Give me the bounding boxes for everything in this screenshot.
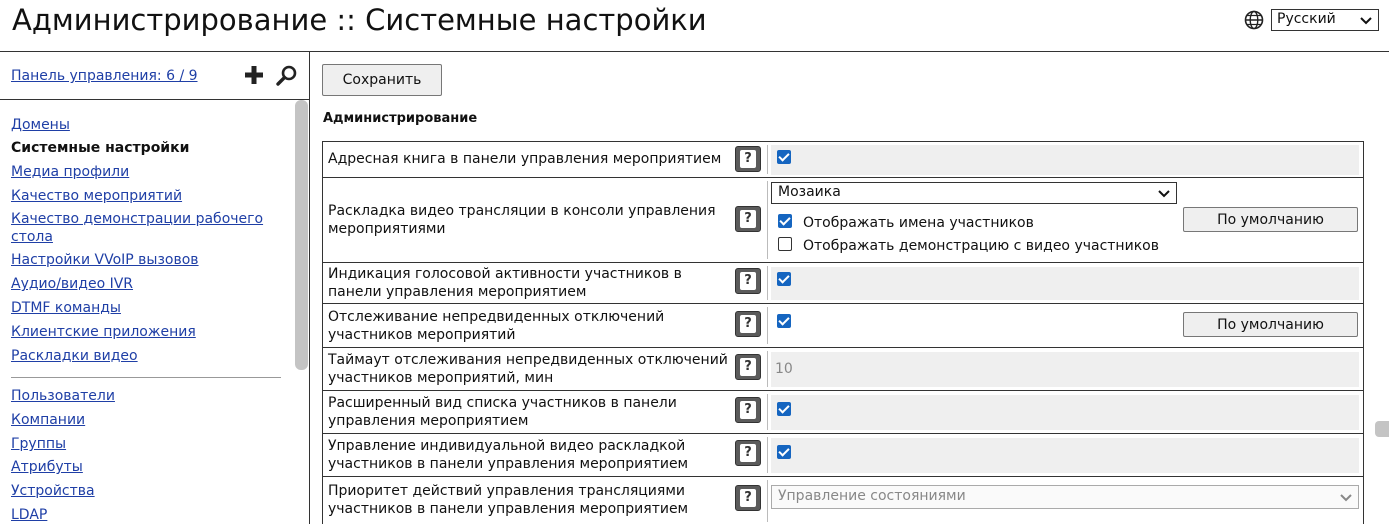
sidebar-item-system-settings[interactable]: Системные настройки [11, 139, 281, 157]
sidebar-item-users[interactable]: Пользователи [11, 387, 281, 405]
help-icon[interactable]: ? [735, 311, 761, 337]
priority-select[interactable]: Управление состояниями [771, 485, 1359, 509]
globe-icon [1244, 10, 1264, 30]
page-scrollbar[interactable] [1375, 421, 1389, 437]
chevron-down-icon [1360, 17, 1372, 25]
setting-label: Расширенный вид списка участников в пане… [328, 395, 677, 429]
chevron-down-icon [1158, 190, 1170, 198]
setting-label: Отслеживание непредвиденных отключений у… [328, 309, 665, 343]
setting-row: Адресная книга в панели управления мероп… [323, 142, 1363, 178]
plus-icon[interactable] [244, 65, 264, 85]
save-button[interactable]: Сохранить [322, 64, 442, 96]
value-box [771, 145, 1359, 175]
layout-select[interactable]: Мозаика [771, 182, 1177, 204]
setting-row: Управление индивидуальной видео раскладк… [323, 434, 1363, 477]
sidebar-separator [11, 377, 281, 378]
sidebar-item-companies[interactable]: Компании [11, 411, 281, 429]
sidebar: Панель управления: 6 / 9 Домены Системны… [0, 52, 310, 524]
sidebar-item-vvoip[interactable]: Настройки VVoIP вызовов [11, 251, 281, 269]
help-icon[interactable]: ? [735, 354, 761, 380]
sidebar-item-attributes[interactable]: Атрибуты [11, 458, 281, 476]
setting-row: Индикация голосовой активности участнико… [323, 263, 1363, 304]
setting-row: Расширенный вид списка участников в пане… [323, 391, 1363, 434]
settings-table: Адресная книга в панели управления мероп… [322, 141, 1364, 524]
magnifier-icon[interactable] [276, 64, 298, 86]
value-box [771, 267, 1359, 300]
show-names-label: Отображать имена участников [803, 215, 1034, 231]
sidebar-item-groups[interactable]: Группы [11, 435, 281, 453]
sidebar-scrollbar[interactable] [295, 100, 308, 370]
setting-label: Индикация голосовой активности участнико… [328, 266, 682, 300]
sidebar-item-event-quality[interactable]: Качество мероприятий [11, 187, 281, 205]
timeout-input[interactable]: 10 [771, 352, 1359, 387]
timeout-value: 10 [775, 361, 793, 377]
layout-select-value: Мозаика [778, 184, 841, 200]
sidebar-item-video-layouts[interactable]: Раскладки видео [11, 347, 281, 365]
dashboard-link[interactable]: Панель управления: 6 / 9 [11, 68, 198, 84]
setting-row: Отслеживание непредвиденных отключений у… [323, 304, 1363, 348]
setting-label: Раскладка видео трансляции в консоли упр… [328, 203, 716, 237]
sidebar-item-ivr[interactable]: Аудио/видео IVR [11, 275, 281, 293]
help-icon[interactable]: ? [735, 268, 761, 294]
help-icon[interactable]: ? [735, 485, 761, 511]
help-icon[interactable]: ? [735, 206, 761, 232]
show-names-checkbox[interactable] [778, 214, 792, 228]
setting-label: Приоритет действий управления трансляция… [328, 483, 689, 517]
address-book-checkbox[interactable] [777, 150, 791, 164]
sidebar-item-desktop-quality[interactable]: Качество демонстрации рабочего стола [11, 210, 281, 246]
extended-list-checkbox[interactable] [777, 402, 791, 416]
priority-select-value: Управление состояниями [778, 488, 966, 504]
show-demo-checkbox[interactable] [778, 237, 792, 251]
sidebar-item-domains[interactable]: Домены [11, 116, 281, 134]
page-title: Администрирование :: Системные настройки [12, 3, 707, 37]
setting-label: Адресная книга в панели управления мероп… [328, 151, 722, 167]
sidebar-item-dtmf[interactable]: DTMF команды [11, 299, 281, 317]
section-title: Администрирование [323, 111, 478, 126]
individual-layout-checkbox[interactable] [777, 445, 791, 459]
setting-label: Таймаут отслеживания непредвиденных откл… [328, 352, 728, 386]
help-icon[interactable]: ? [735, 397, 761, 423]
setting-row: Приоритет действий управления трансляция… [323, 477, 1363, 525]
disconnect-tracking-checkbox[interactable] [777, 314, 791, 328]
help-icon[interactable]: ? [735, 146, 761, 172]
language-value: Русский [1277, 11, 1336, 27]
sidebar-item-ldap[interactable]: LDAP [11, 506, 281, 524]
chevron-down-icon [1340, 494, 1352, 502]
setting-row: Таймаут отслеживания непредвиденных откл… [323, 348, 1363, 391]
show-demo-label: Отображать демонстрацию с видео участник… [803, 238, 1159, 254]
setting-label: Управление индивидуальной видео раскладк… [328, 438, 689, 472]
default-button[interactable]: По умолчанию [1183, 207, 1358, 232]
setting-row: Раскладка видео трансляции в консоли упр… [323, 178, 1363, 263]
default-button[interactable]: По умолчанию [1183, 312, 1358, 337]
header: Администрирование :: Системные настройки… [0, 0, 1389, 52]
voice-activity-checkbox[interactable] [777, 272, 791, 286]
value-box [771, 438, 1359, 473]
sidebar-item-media-profiles[interactable]: Медиа профили [11, 163, 281, 181]
sidebar-divider [0, 99, 309, 100]
language-select[interactable]: Русский [1271, 9, 1379, 31]
value-box [771, 395, 1359, 430]
help-icon[interactable]: ? [735, 440, 761, 466]
sidebar-item-client-apps[interactable]: Клиентские приложения [11, 323, 281, 341]
sidebar-item-devices[interactable]: Устройства [11, 482, 281, 500]
